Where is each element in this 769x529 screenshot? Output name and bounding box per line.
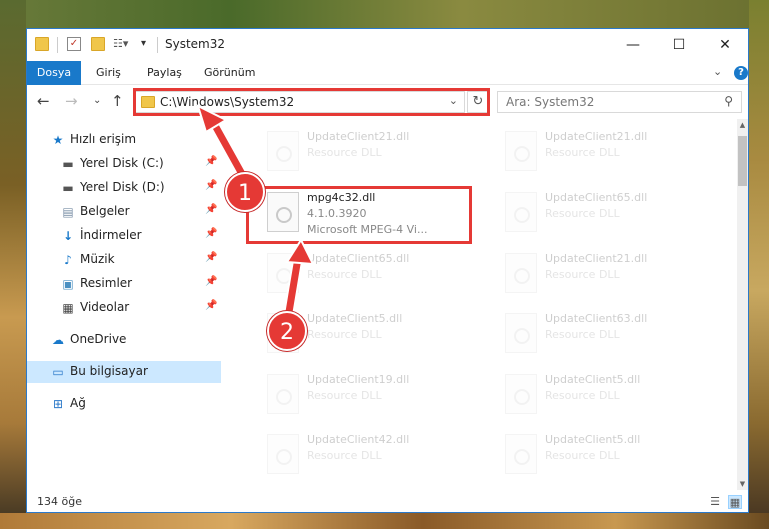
arrow-2-shaft <box>284 254 302 322</box>
step-badge-1: 1 <box>225 172 265 212</box>
arrow-2-head <box>285 237 315 266</box>
annotation-arrows <box>196 104 315 324</box>
step-badge-2: 2 <box>267 311 307 351</box>
